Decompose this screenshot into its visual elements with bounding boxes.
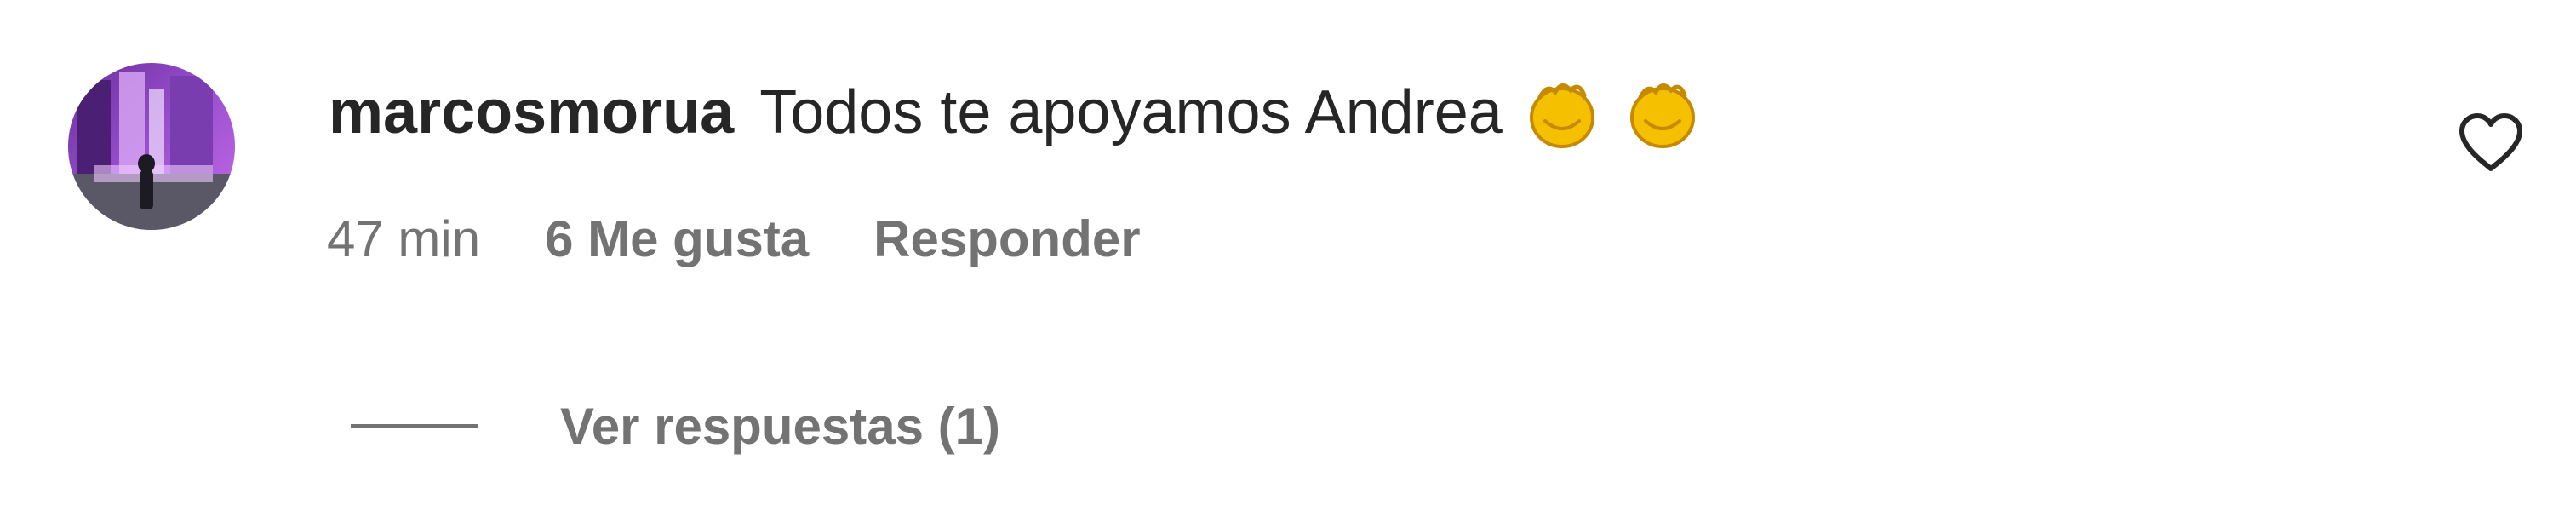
comment-text: Todos te apoyamos Andrea [759,78,1503,146]
like-count[interactable]: 6 Me gusta [545,209,809,268]
view-replies-button[interactable]: Ver respuestas (1) [351,388,1000,463]
clapping-hands-emoji [1622,72,1703,153]
comment-body: marcosmorua Todos te apoyamos Andrea [329,70,1703,155]
avatar[interactable] [68,63,235,230]
heart-outline-icon[interactable] [2457,112,2525,174]
clapping-hands-emoji [1521,72,1603,153]
comment-time[interactable]: 47 min [327,209,480,268]
comment: marcosmorua Todos te apoyamos Andrea 47 … [0,0,2576,528]
reply-button[interactable]: Responder [873,209,1140,268]
view-replies-label: Ver respuestas (1) [560,397,1000,455]
replies-divider [351,424,478,428]
comment-meta: 47 min 6 Me gusta Responder [327,204,1141,273]
username[interactable]: marcosmorua [329,70,734,155]
